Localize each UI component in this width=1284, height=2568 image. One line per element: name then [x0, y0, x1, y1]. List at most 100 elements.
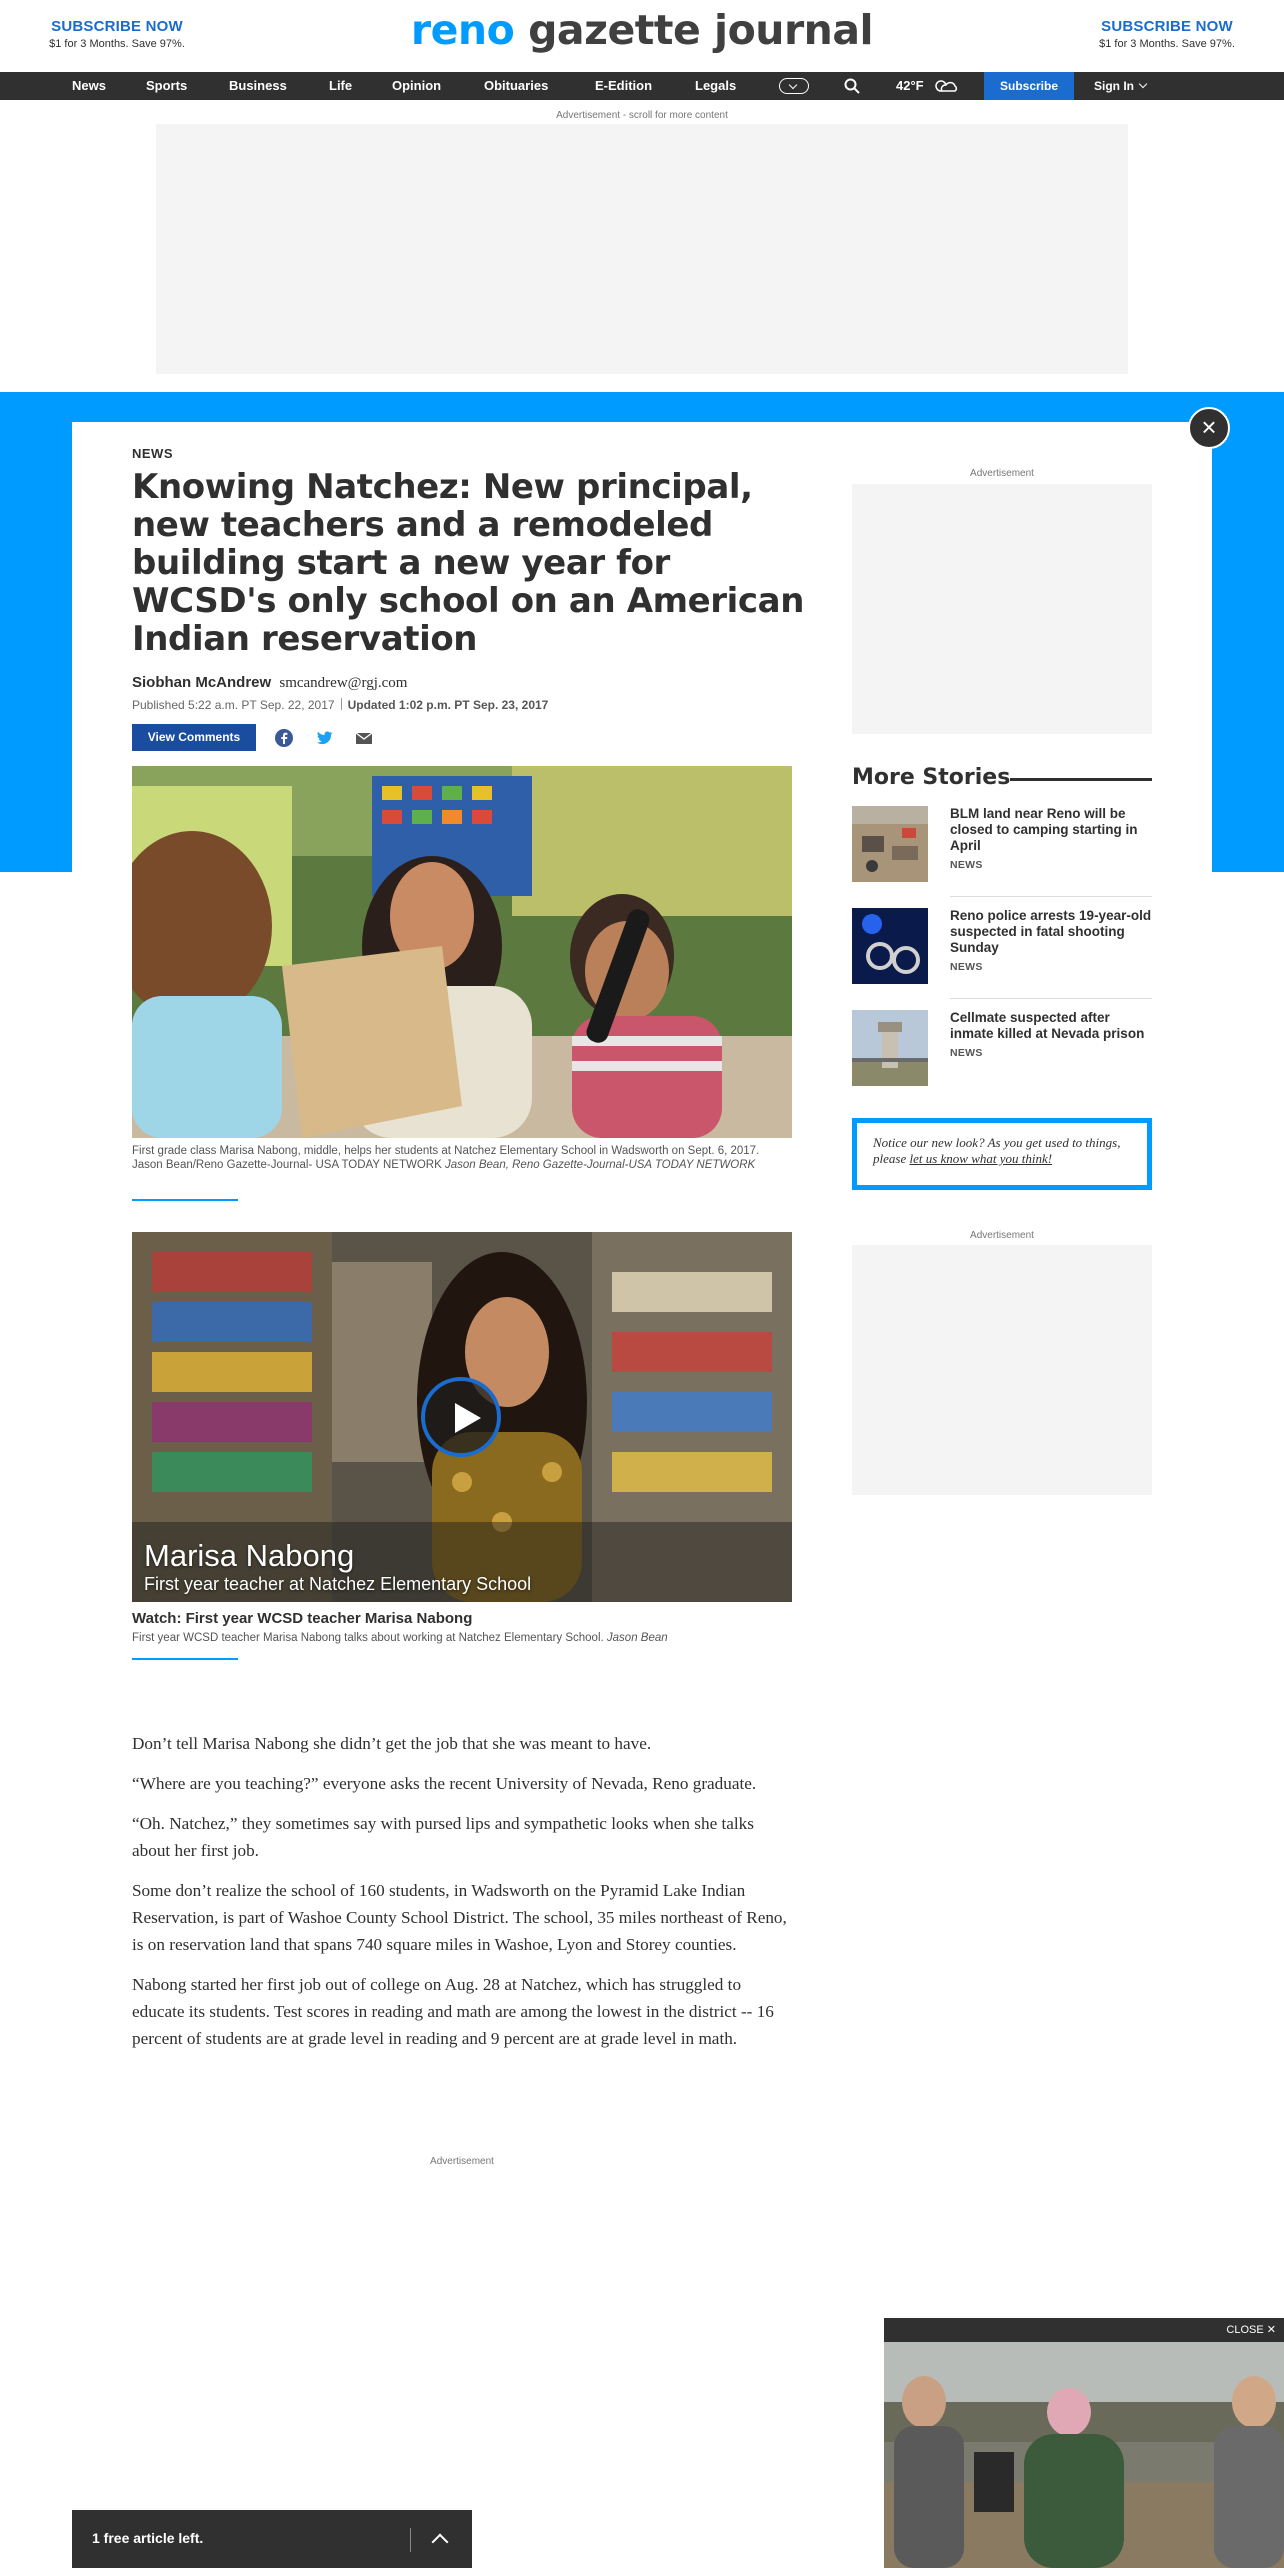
story-tag: NEWS — [950, 859, 983, 871]
search-icon[interactable] — [844, 78, 860, 94]
video-overlay-subtitle: First year teacher at Natchez Elementary… — [144, 1574, 532, 1594]
video-credit: Jason Bean — [606, 1632, 668, 1644]
campsite-image — [852, 806, 928, 882]
close-article-button[interactable]: × — [1188, 407, 1230, 449]
video-caption: First year WCSD teacher Marisa Nabong ta… — [132, 1632, 668, 1644]
publish-dates: Published 5:22 a.m. PT Sep. 22, 2017 Upda… — [132, 698, 548, 712]
inline-ad-label: Advertisement — [430, 2156, 494, 2167]
sidebar-ad-slot[interactable] — [852, 484, 1152, 734]
sign-in-label[interactable]: Sign In — [1094, 79, 1134, 93]
subscribe-button[interactable]: Subscribe — [984, 72, 1074, 100]
story-tag: NEWS — [950, 961, 983, 973]
video-player-bar: CLOSE ✕ — [884, 2318, 1284, 2342]
caption-divider — [132, 1199, 238, 1201]
story-headline[interactable]: Cellmate suspected after inmate killed a… — [950, 1010, 1152, 1061]
free-article-bar[interactable]: 1 free article left. — [72, 2510, 472, 2568]
updated-date: Updated 1:02 p.m. PT Sep. 23, 2017 — [347, 698, 549, 712]
story-title[interactable]: Reno police arrests 19-year-old suspecte… — [950, 908, 1152, 956]
close-video-label[interactable]: CLOSE — [1226, 2324, 1263, 2336]
paragraph: Some don’t realize the school of 160 stu… — [132, 1881, 787, 1954]
article-photo[interactable] — [132, 766, 792, 1138]
divider — [950, 998, 1152, 999]
byline: Siobhan McAndrew smcandrew@rgj.com — [132, 674, 407, 692]
close-video-button[interactable]: CLOSE ✕ — [1226, 2318, 1276, 2342]
sign-in-button[interactable]: Sign In — [1094, 72, 1148, 100]
chevron-down-icon[interactable] — [779, 78, 809, 94]
article-video[interactable]: Marisa Nabong First year teacher at Natc… — [132, 1232, 792, 1602]
story-tag: NEWS — [950, 1047, 983, 1059]
top-ad-slot[interactable] — [156, 124, 1128, 374]
paragraph: Don’t tell Marisa Nabong she didn’t get … — [132, 1734, 652, 1753]
story-item[interactable]: BLM land near Reno will be closed to cam… — [852, 806, 1152, 882]
handcuffs-image — [852, 908, 928, 984]
photo-caption: First grade class Marisa Nabong, middle,… — [132, 1144, 792, 1172]
nav-item-opinion[interactable]: Opinion — [392, 72, 441, 100]
top-bar: SUBSCRIBE NOW $1 for 3 Months. Save 97%.… — [0, 0, 1284, 72]
free-article-count: 1 free article left. — [92, 2530, 204, 2546]
nav-item-news[interactable]: News — [72, 72, 106, 100]
story-headline[interactable]: Reno police arrests 19-year-old suspecte… — [950, 908, 1152, 975]
weather-icon[interactable] — [932, 78, 960, 94]
sidebar-ad-label: Advertisement — [970, 1230, 1034, 1241]
story-title[interactable]: BLM land near Reno will be closed to cam… — [950, 806, 1152, 854]
logo-part-1[interactable]: reno — [411, 6, 515, 54]
ad-scroll-note: Advertisement - scroll for more content — [556, 110, 728, 121]
chevron-up-icon[interactable] — [431, 2533, 449, 2551]
play-video-button[interactable] — [421, 1377, 501, 1457]
view-comments-button[interactable]: View Comments — [132, 724, 256, 751]
email-icon[interactable] — [354, 728, 374, 748]
nav-item-legals[interactable]: Legals — [695, 72, 736, 100]
photo-credit: Jason Bean, Reno Gazette-Journal-USA TOD… — [444, 1159, 756, 1171]
paragraph: Nabong started her first job out of coll… — [132, 1975, 774, 2048]
subscribe-promo-right[interactable]: SUBSCRIBE NOW $1 for 3 Months. Save 97%. — [1072, 18, 1262, 50]
story-title[interactable]: Cellmate suspected after inmate killed a… — [950, 1010, 1152, 1042]
video-divider — [132, 1658, 238, 1660]
video-overlay-name: Marisa Nabong — [144, 1538, 355, 1573]
close-icon[interactable]: × — [1201, 412, 1216, 442]
floating-video-player[interactable]: CLOSE ✕ — [884, 2318, 1284, 2568]
nav-item-business[interactable]: Business — [229, 72, 287, 100]
article-body: Don’t tell Marisa Nabong she didn’t get … — [132, 1730, 792, 2065]
nav-item-sports[interactable]: Sports — [146, 72, 187, 100]
story-item[interactable]: Reno police arrests 19-year-old suspecte… — [852, 908, 1152, 984]
nav-item-e-edition[interactable]: E-Edition — [595, 72, 652, 100]
section-label[interactable]: NEWS — [132, 446, 173, 461]
nav-item-obituaries[interactable]: Obituaries — [484, 72, 548, 100]
article-headline: Knowing Natchez: New principal, new teac… — [132, 467, 805, 659]
video-caption-text: First year WCSD teacher Marisa Nabong ta… — [132, 1632, 604, 1644]
sidebar-ad-label: Advertisement — [970, 468, 1034, 479]
author-email[interactable]: smcandrew@rgj.com — [279, 675, 407, 691]
prison-tower-image — [852, 1010, 928, 1086]
outdoor-video-still — [884, 2342, 1284, 2568]
story-thumbnail[interactable] — [852, 1010, 928, 1086]
published-date: Published 5:22 a.m. PT Sep. 22, 2017 — [132, 698, 335, 712]
paragraph: “Oh. Natchez,” they sometimes say with p… — [132, 1814, 754, 1860]
divider — [950, 896, 1152, 897]
story-thumbnail[interactable] — [852, 908, 928, 984]
nav-item-life[interactable]: Life — [329, 72, 352, 100]
heading-rule — [1010, 778, 1152, 781]
story-headline[interactable]: BLM land near Reno will be closed to cam… — [950, 806, 1152, 873]
close-icon[interactable]: ✕ — [1267, 2324, 1276, 2336]
divider — [340, 698, 342, 710]
video-title[interactable]: Watch: First year WCSD teacher Marisa Na… — [132, 1610, 472, 1627]
story-thumbnail[interactable] — [852, 806, 928, 882]
twitter-icon[interactable] — [314, 728, 334, 748]
divider — [410, 2528, 411, 2552]
story-item[interactable]: Cellmate suspected after inmate killed a… — [852, 1010, 1152, 1086]
temperature[interactable]: 42°F — [896, 72, 924, 100]
author-name[interactable]: Siobhan McAndrew — [132, 674, 271, 691]
subscribe-offer[interactable]: $1 for 3 Months. Save 97%. — [1072, 38, 1262, 50]
chevron-down-icon[interactable] — [1138, 79, 1148, 89]
paragraph: “Where are you teaching?” everyone asks … — [132, 1774, 757, 1793]
more-stories-heading: More Stories — [852, 765, 1011, 790]
facebook-icon[interactable] — [274, 728, 294, 748]
subscribe-title[interactable]: SUBSCRIBE NOW — [1072, 18, 1262, 35]
feedback-notice: Notice our new look? As you get used to … — [852, 1118, 1152, 1190]
logo-part-2[interactable]: gazette journal — [528, 6, 874, 54]
video-frame[interactable] — [884, 2342, 1284, 2568]
main-nav: News Sports Business Life Opinion Obitua… — [0, 72, 1284, 100]
classroom-photo — [132, 766, 792, 1138]
sidebar-ad-slot[interactable] — [852, 1245, 1152, 1495]
feedback-link[interactable]: let us know what you think! — [909, 1151, 1052, 1166]
